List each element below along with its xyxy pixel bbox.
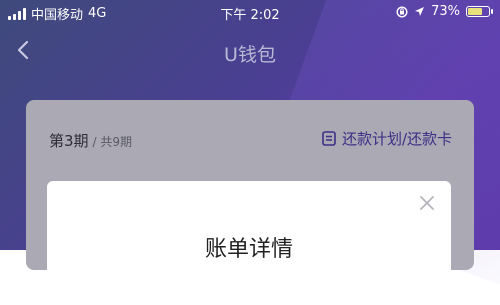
repayment-plan-link[interactable]: 还款计划/还款卡: [322, 128, 452, 149]
lock-rotation-icon: [396, 5, 408, 18]
page-title: U钱包: [224, 44, 276, 66]
navigation-bar: U钱包: [0, 30, 500, 70]
close-icon[interactable]: [419, 195, 435, 211]
battery-percent: 73%: [431, 4, 460, 19]
status-right: 73%: [396, 4, 493, 19]
status-bar: 中国移动 4G 下午 2:02 73%: [0, 0, 500, 24]
bill-detail-modal: 账单详情: [47, 181, 451, 281]
list-icon: [322, 131, 336, 146]
period-total: / 共9期: [92, 135, 133, 149]
period-info: 第3期 / 共9期: [49, 130, 132, 151]
modal-title: 账单详情: [204, 237, 293, 262]
location-arrow-icon: [415, 7, 425, 16]
period-label: 第3期: [49, 132, 89, 150]
battery-level: [468, 8, 482, 15]
battery-icon: [466, 6, 493, 17]
repayment-plan-label: 还款计划/还款卡: [341, 130, 452, 148]
